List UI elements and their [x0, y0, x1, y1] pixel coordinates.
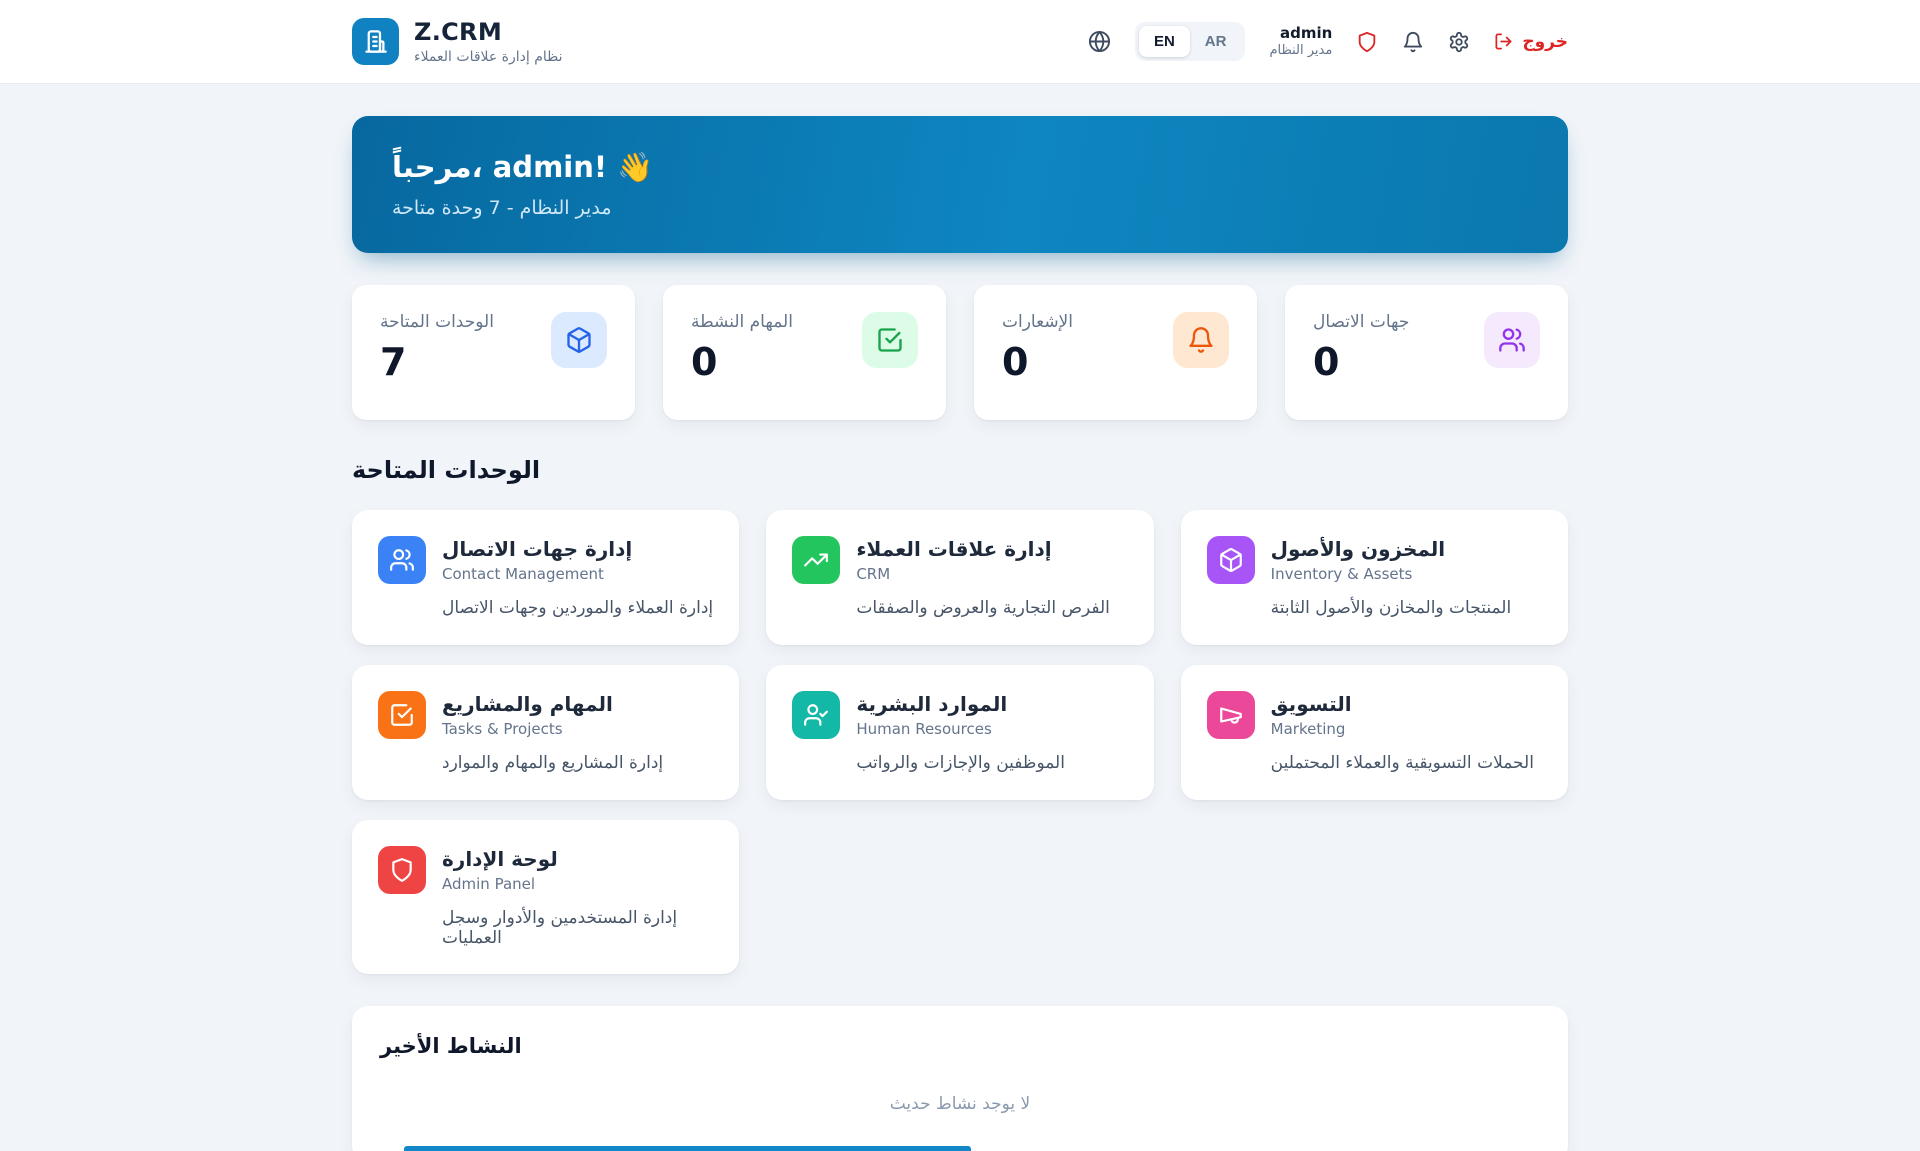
language-toggle: EN AR	[1135, 22, 1246, 61]
user-name: admin	[1269, 24, 1332, 43]
shield-icon	[389, 857, 415, 883]
check-square-icon	[876, 326, 904, 354]
module-icon-box-1	[792, 536, 840, 584]
module-icon-box-2	[1207, 536, 1255, 584]
welcome-subtitle: مدير النظام - 7 وحدة متاحة	[392, 197, 1528, 219]
package-icon	[565, 326, 593, 354]
stat-label: الإشعارات	[1002, 312, 1073, 332]
user-block: admin مدير النظام	[1269, 24, 1332, 59]
module-subtitle: Human Resources	[856, 720, 1007, 738]
modules-grid: إدارة جهات الاتصال Contact Management إد…	[352, 510, 1568, 974]
app-header: Z.CRM نظام إدارة علاقات العملاء EN AR ad…	[0, 0, 1920, 84]
package-icon	[1218, 547, 1244, 573]
module-description: الفرص التجارية والعروض والصفقات	[856, 598, 1127, 618]
app-tagline: نظام إدارة علاقات العملاء	[414, 49, 563, 65]
module-title: المهام والمشاريع	[442, 692, 613, 716]
bottom-cutoff-bar	[404, 1146, 971, 1151]
module-title: إدارة جهات الاتصال	[442, 537, 632, 561]
stat-value: 7	[380, 340, 494, 384]
welcome-title: مرحباً، admin! 👋	[392, 150, 1528, 185]
app-title: Z.CRM	[414, 18, 563, 46]
bell-icon	[1187, 326, 1215, 354]
brand-logo	[352, 18, 399, 65]
module-card-inventory[interactable]: المخزون والأصول Inventory & Assets المنت…	[1181, 510, 1568, 645]
recent-activity-title: النشاط الأخير	[380, 1034, 1540, 1058]
module-subtitle: CRM	[856, 565, 1051, 583]
notifications-button[interactable]	[1402, 31, 1424, 53]
logout-icon	[1494, 32, 1513, 51]
stat-label: المهام النشطة	[691, 312, 793, 332]
lang-option-ar[interactable]: AR	[1190, 26, 1242, 57]
logout-button[interactable]: خروج	[1494, 32, 1568, 52]
stat-icon-box-1	[862, 312, 918, 368]
module-description: إدارة المستخدمين والأدوار وسجل العمليات	[442, 908, 713, 948]
stat-icon-box-2	[1173, 312, 1229, 368]
module-icon-box-0	[378, 536, 426, 584]
module-icon-box-3	[378, 691, 426, 739]
lang-option-en[interactable]: EN	[1139, 26, 1190, 57]
header-actions: EN AR admin مدير النظام	[1088, 22, 1568, 61]
module-title: الموارد البشرية	[856, 692, 1007, 716]
module-icon-box-6	[378, 846, 426, 894]
module-card-admin[interactable]: لوحة الإدارة Admin Panel إدارة المستخدمي…	[352, 820, 739, 974]
user-check-icon	[803, 702, 829, 728]
stat-card-tasks: المهام النشطة 0	[663, 285, 946, 420]
recent-activity-empty-message: لا يوجد نشاط حديث	[380, 1058, 1540, 1122]
module-subtitle: Inventory & Assets	[1271, 565, 1446, 583]
building-icon	[362, 28, 389, 55]
module-card-contacts[interactable]: إدارة جهات الاتصال Contact Management إد…	[352, 510, 739, 645]
dashboard-page: Z.CRM نظام إدارة علاقات العملاء EN AR ad…	[0, 0, 1920, 1151]
brand: Z.CRM نظام إدارة علاقات العملاء	[352, 18, 563, 65]
gear-icon	[1448, 31, 1470, 53]
bell-icon	[1402, 31, 1424, 53]
stat-card-modules: الوحدات المتاحة 7	[352, 285, 635, 420]
module-description: إدارة العملاء والموردين وجهات الاتصال	[442, 598, 713, 618]
module-subtitle: Tasks & Projects	[442, 720, 613, 738]
trending-up-icon	[803, 547, 829, 573]
megaphone-icon	[1218, 702, 1244, 728]
stat-value: 0	[1002, 340, 1073, 384]
users-icon	[389, 547, 415, 573]
module-icon-box-4	[792, 691, 840, 739]
stat-value: 0	[691, 340, 793, 384]
module-title: التسويق	[1271, 692, 1352, 716]
module-subtitle: Contact Management	[442, 565, 632, 583]
recent-activity-card: النشاط الأخير لا يوجد نشاط حديث	[352, 1006, 1568, 1151]
shield-icon	[1356, 31, 1378, 53]
module-card-crm[interactable]: إدارة علاقات العملاء CRM الفرص التجارية …	[766, 510, 1153, 645]
stat-value: 0	[1313, 340, 1409, 384]
module-card-tasks[interactable]: المهام والمشاريع Tasks & Projects إدارة …	[352, 665, 739, 800]
module-description: المنتجات والمخازن والأصول الثابتة	[1271, 598, 1542, 618]
settings-button[interactable]	[1448, 31, 1470, 53]
users-icon	[1498, 326, 1526, 354]
stat-card-contacts: جهات الاتصال 0	[1285, 285, 1568, 420]
module-subtitle: Admin Panel	[442, 875, 558, 893]
module-title: لوحة الإدارة	[442, 847, 558, 871]
module-title: المخزون والأصول	[1271, 537, 1446, 561]
module-description: الحملات التسويقية والعملاء المحتملين	[1271, 753, 1542, 773]
module-subtitle: Marketing	[1271, 720, 1352, 738]
shield-button[interactable]	[1356, 31, 1378, 53]
stat-label: جهات الاتصال	[1313, 312, 1409, 332]
globe-icon	[1088, 30, 1111, 53]
modules-section-title: الوحدات المتاحة	[352, 456, 1568, 484]
check-square-icon	[389, 702, 415, 728]
module-title: إدارة علاقات العملاء	[856, 537, 1051, 561]
welcome-banner: مرحباً، admin! 👋 مدير النظام - 7 وحدة مت…	[352, 116, 1568, 253]
stats-row: الوحدات المتاحة 7 المهام النشطة	[352, 285, 1568, 420]
stat-icon-box-3	[1484, 312, 1540, 368]
module-icon-box-5	[1207, 691, 1255, 739]
module-card-marketing[interactable]: التسويق Marketing الحملات التسويقية والع…	[1181, 665, 1568, 800]
stat-label: الوحدات المتاحة	[380, 312, 494, 332]
user-role: مدير النظام	[1269, 43, 1332, 59]
logout-label: خروج	[1522, 32, 1568, 52]
stat-card-notifications: الإشعارات 0	[974, 285, 1257, 420]
module-card-hr[interactable]: الموارد البشرية Human Resources الموظفين…	[766, 665, 1153, 800]
module-description: إدارة المشاريع والمهام والموارد	[442, 753, 713, 773]
stat-icon-box-0	[551, 312, 607, 368]
module-description: الموظفين والإجازات والرواتب	[856, 753, 1127, 773]
